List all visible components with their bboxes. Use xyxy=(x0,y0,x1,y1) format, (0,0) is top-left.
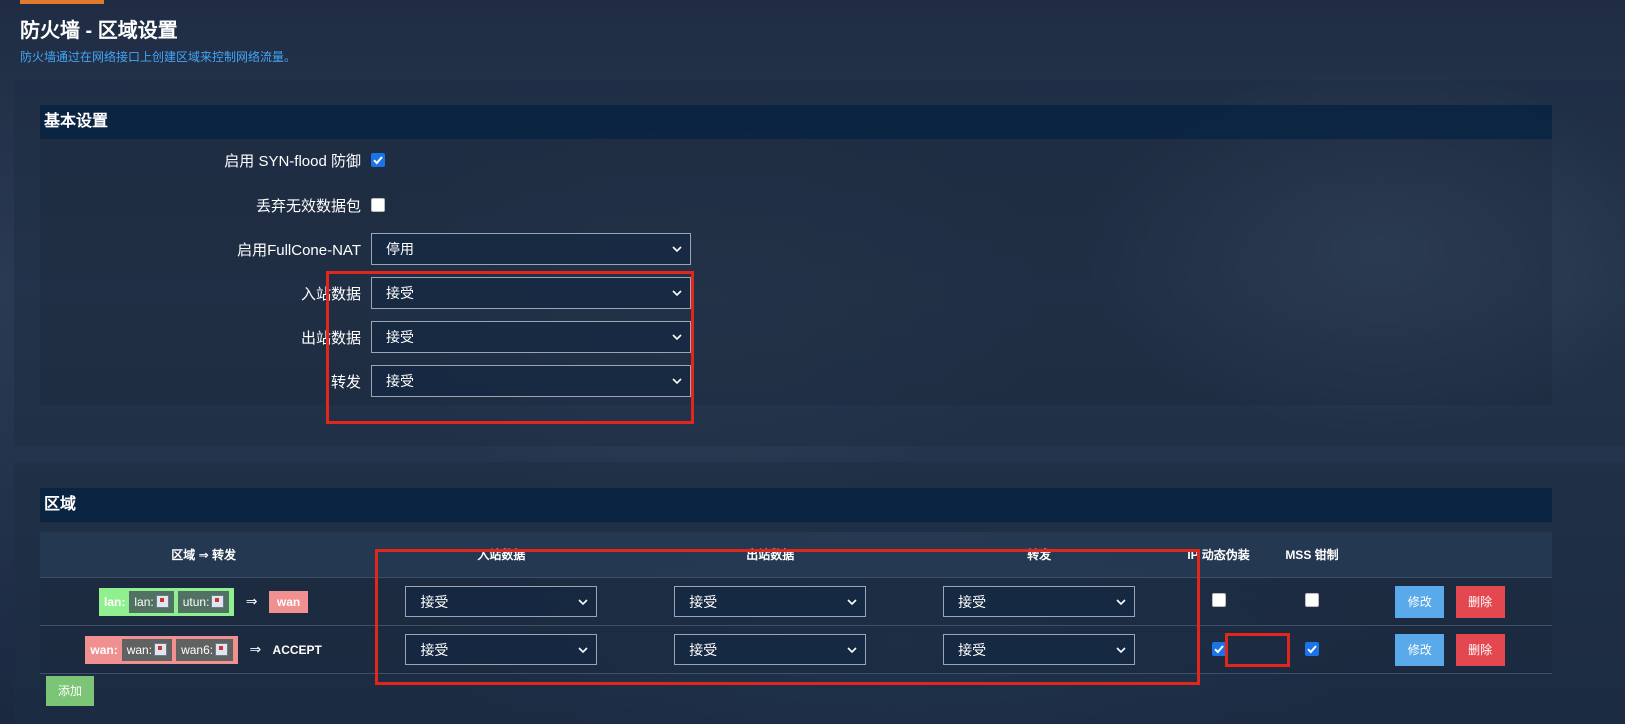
chevron-down-icon xyxy=(672,246,682,253)
network-icon xyxy=(154,643,168,656)
forward-dest-badge: wan xyxy=(268,590,309,613)
network-chip: wan6: xyxy=(176,638,234,661)
mss-checkbox[interactable] xyxy=(1304,593,1319,607)
network-chip: utun: xyxy=(177,590,230,613)
check-icon xyxy=(373,156,383,165)
forward-arrow-icon: ⇒ xyxy=(249,640,262,657)
network-icon xyxy=(155,595,169,608)
col-mss: MSS 钳制 xyxy=(1263,532,1361,578)
page-title: 防火墙 - 区域设置 xyxy=(20,20,178,42)
zone-forward-cell: lan: lan: utun: ⇒ wan xyxy=(40,577,368,626)
add-zone-button[interactable]: 添加 xyxy=(46,676,94,706)
syn-flood-row: 启用 SYN-flood 防御 xyxy=(40,144,385,176)
zone-badge-lan[interactable]: lan: lan: utun: xyxy=(99,587,235,616)
drop-invalid-row: 丢弃无效数据包 xyxy=(40,189,385,221)
drop-invalid-label: 丢弃无效数据包 xyxy=(255,197,361,215)
delete-button[interactable]: 删除 xyxy=(1455,585,1505,618)
check-icon xyxy=(1213,644,1224,653)
network-chip: lan: xyxy=(129,590,174,613)
basic-settings-form: 启用 SYN-flood 防御 丢弃无效数据包 启用FullCone-NAT 停… xyxy=(40,139,1552,405)
check-icon xyxy=(1307,644,1317,653)
edit-button[interactable]: 修改 xyxy=(1395,585,1445,618)
actions-cell: 修改 删除 xyxy=(1360,625,1552,674)
col-actions xyxy=(1360,532,1552,578)
fullcone-select[interactable]: 停用 xyxy=(371,233,691,265)
network-icon xyxy=(215,643,229,656)
actions-cell: 修改 删除 xyxy=(1360,577,1552,626)
col-zone-forward: 区域 ⇒ 转发 xyxy=(40,532,368,578)
network-icon xyxy=(211,595,225,608)
highlight-box-basic-policies xyxy=(326,271,694,424)
fullcone-label: 启用FullCone-NAT xyxy=(237,241,361,259)
zone-name: wan: xyxy=(90,642,118,657)
mss-cell xyxy=(1263,577,1361,626)
mss-checkbox[interactable] xyxy=(1304,641,1319,656)
zone-forward-cell: wan: wan: wan6: ⇒ ACCEPT xyxy=(40,625,368,674)
syn-flood-label: 启用 SYN-flood 防御 xyxy=(224,152,361,170)
syn-flood-checkbox[interactable] xyxy=(371,153,385,167)
page-header: 防火墙 - 区域设置 防火墙通过在网络接口上创建区域来控制网络流量。 xyxy=(20,18,296,65)
masq-checkbox[interactable] xyxy=(1211,641,1226,656)
masq-checkbox[interactable] xyxy=(1211,593,1226,607)
edit-button[interactable]: 修改 xyxy=(1395,633,1445,666)
top-accent-bar xyxy=(20,0,104,4)
zone-badge-wan[interactable]: wan: wan: wan6: xyxy=(85,635,239,664)
fullcone-select-value: 停用 xyxy=(386,241,414,257)
output-label: 出站数据 xyxy=(300,329,361,347)
highlight-box-zone-policies xyxy=(375,549,1200,685)
highlight-box-masq xyxy=(1225,633,1290,667)
forward-label: 转发 xyxy=(330,373,361,391)
page-description: 防火墙通过在网络接口上创建区域来控制网络流量。 xyxy=(20,50,297,64)
fullcone-row: 启用FullCone-NAT 停用 xyxy=(40,233,691,265)
drop-invalid-checkbox[interactable] xyxy=(371,198,385,212)
forward-arrow-icon: ⇒ xyxy=(245,592,258,609)
input-label: 入站数据 xyxy=(300,285,361,303)
forward-dest-text: ACCEPT xyxy=(272,642,322,657)
zones-title: 区域 xyxy=(40,488,1552,522)
delete-button[interactable]: 删除 xyxy=(1455,633,1505,666)
basic-settings-title: 基本设置 xyxy=(40,105,1552,139)
network-chip: wan: xyxy=(121,638,173,661)
zone-name: lan: xyxy=(104,594,126,609)
